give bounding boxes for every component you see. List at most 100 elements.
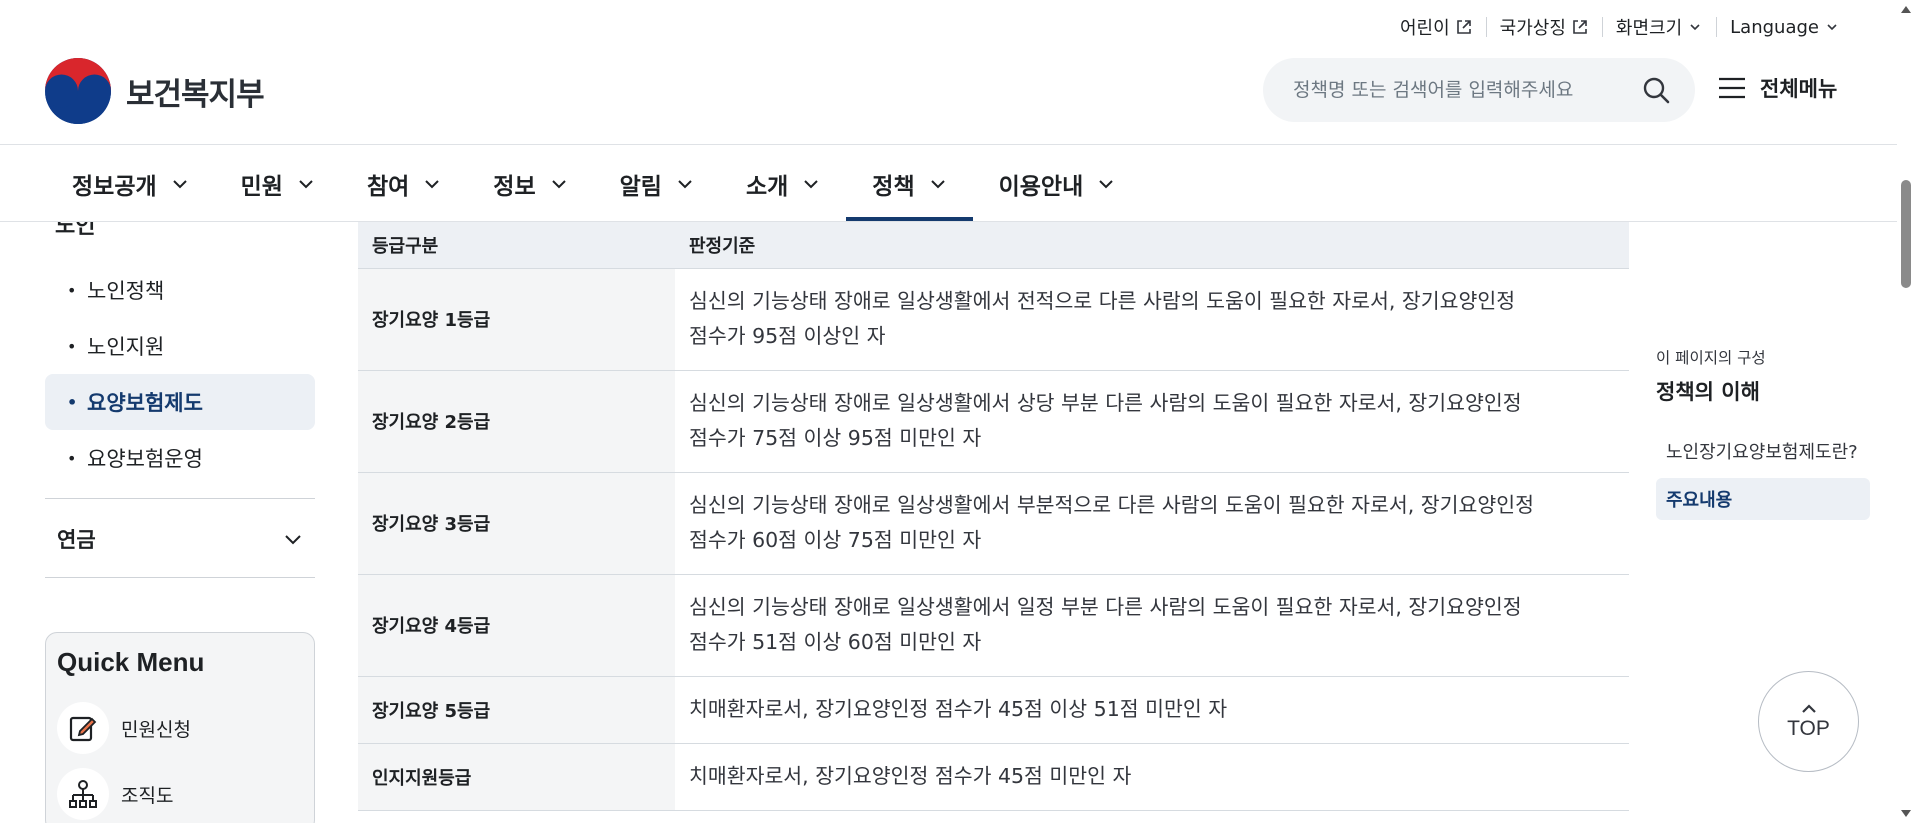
gnb-item-label: 알림 (619, 173, 662, 200)
criteria-cell: 치매환자로서, 장기요양인정 점수가 45점 미만인 자 (675, 743, 1629, 811)
chevron-down-icon (1688, 20, 1702, 34)
gnb-item-label: 이용안내 (998, 173, 1084, 200)
all-menu-button[interactable]: 전체메뉴 (1718, 73, 1837, 103)
lnb-item-care-insurance[interactable]: 요양보험제도 (45, 374, 315, 430)
hamburger-icon (1718, 76, 1746, 100)
national-symbol-link[interactable]: 국가상징 (1485, 14, 1602, 40)
criteria-cell: 심신의 기능상태 장애로 일상생활에서 상당 부분 다른 사람의 도움이 필요한… (675, 370, 1629, 473)
criteria-cell: 심신의 기능상태 장애로 일상생활에서 일정 부분 다른 사람의 도움이 필요한… (675, 574, 1629, 677)
table-row: 장기요양 1등급 심신의 기능상태 장애로 일상생활에서 전적으로 다른 사람의… (358, 268, 1629, 371)
chevron-down-icon (1825, 20, 1839, 34)
page-scrollbar[interactable] (1897, 0, 1915, 823)
chevron-down-icon (1099, 179, 1113, 188)
chevron-down-icon (425, 179, 440, 188)
grade-cell: 장기요양 2등급 (358, 370, 675, 473)
lnb-item-care-insurance-operation[interactable]: 요양보험운영 (45, 430, 315, 486)
chevron-up-icon (1801, 703, 1816, 713)
chevron-down-icon (804, 179, 818, 188)
chevron-down-icon (299, 179, 313, 188)
scroll-thumb[interactable] (1901, 180, 1911, 288)
search-icon[interactable] (1641, 75, 1671, 105)
gnb-item-information[interactable]: 정보 (467, 145, 593, 222)
lnb-divider (45, 577, 315, 578)
language-label: Language (1730, 16, 1819, 38)
gnb-item-about[interactable]: 소개 (720, 145, 846, 222)
gnb-item-participation[interactable]: 참여 (341, 145, 467, 222)
table-header-criteria: 판정기준 (675, 222, 1629, 269)
utility-bar: 어린이 국가상징 화면크기 Language (1386, 0, 1839, 54)
table-row: 장기요양 3등급 심신의 기능상태 장애로 일상생활에서 부분적으로 다른 사람… (358, 472, 1629, 575)
table-row: 장기요양 2등급 심신의 기능상태 장애로 일상생활에서 상당 부분 다른 사람… (358, 370, 1629, 473)
main-navigation: 정보공개 민원 참여 정보 알림 소개 정책 이용안내 (46, 145, 1141, 222)
gnb-item-label: 참여 (366, 173, 410, 200)
gnb-item-info-disclosure[interactable]: 정보공개 (46, 145, 215, 222)
lnb-divider (45, 498, 315, 499)
all-menu-label: 전체메뉴 (1760, 77, 1838, 101)
page-toc: 이 페이지의 구성 정책의 이해 노인장기요양보험제도란? 주요내용 (1656, 346, 1870, 520)
quick-item-civil-application[interactable]: 민원신청 (57, 702, 303, 754)
lnb-category-pension[interactable]: 연금 (45, 500, 315, 577)
criteria-cell: 치매환자로서, 장기요양인정 점수가 45점 이상 51점 미만인 자 (675, 676, 1629, 744)
lnb-item-elderly-support[interactable]: 노인지원 (45, 318, 315, 374)
screen-size-dropdown[interactable]: 화면크기 (1601, 14, 1716, 40)
lnb-category-label: 연금 (57, 527, 96, 552)
scroll-down-arrow-icon[interactable] (1901, 810, 1911, 817)
gnb-item-label: 민원 (240, 173, 283, 200)
edit-document-icon (57, 702, 109, 754)
quick-item-label: 민원신청 (121, 718, 191, 741)
scroll-top-button[interactable]: TOP (1758, 671, 1859, 772)
top-button-label: TOP (1787, 716, 1830, 740)
chevron-down-icon (285, 534, 301, 544)
search-input[interactable] (1293, 79, 1641, 101)
criteria-cell: 심신의 기능상태 장애로 일상생활에서 전적으로 다른 사람의 도움이 필요한 … (675, 268, 1629, 371)
criteria-line: 점수가 75점 이상 95점 미만인 자 (689, 426, 982, 450)
table-header-grade: 등급구분 (358, 222, 675, 269)
lnb-sub-list: 노인정책 노인지원 요양보험제도 요양보험운영 (45, 262, 315, 486)
criteria-line: 심신의 기능상태 장애로 일상생활에서 부분적으로 다른 사람의 도움이 필요한… (689, 493, 1534, 517)
national-symbol-label: 국가상징 (1499, 18, 1566, 39)
chevron-down-icon (678, 179, 692, 188)
chevron-down-icon (551, 179, 566, 188)
site-logo[interactable]: 보건복지부 (44, 57, 265, 125)
gnb-item-label: 정책 (872, 173, 915, 200)
language-dropdown[interactable]: Language (1716, 17, 1839, 38)
grade-cell: 장기요양 4등급 (358, 574, 675, 677)
external-link-icon (1456, 19, 1472, 35)
gnb-item-label: 정보공개 (72, 173, 157, 200)
criteria-line: 점수가 51점 이상 60점 미만인 자 (689, 630, 982, 654)
criteria-line: 심신의 기능상태 장애로 일상생활에서 일정 부분 다른 사람의 도움이 필요한… (689, 595, 1522, 619)
criteria-line: 점수가 95점 이상인 자 (689, 324, 886, 348)
grade-cell: 장기요양 1등급 (358, 268, 675, 371)
quick-menu: Quick Menu 민원신청 조직도 (45, 632, 315, 823)
logo-text: 보건복지부 (126, 76, 265, 113)
scroll-up-arrow-icon[interactable] (1901, 6, 1911, 13)
criteria-line: 심신의 기능상태 장애로 일상생활에서 상당 부분 다른 사람의 도움이 필요한… (689, 391, 1522, 415)
kids-link[interactable]: 어린이 (1386, 14, 1486, 40)
criteria-cell: 심신의 기능상태 장애로 일상생활에서 부분적으로 다른 사람의 도움이 필요한… (675, 472, 1629, 575)
quick-menu-title: Quick Menu (57, 647, 205, 677)
org-chart-icon (57, 768, 109, 820)
search-box (1263, 58, 1695, 122)
table-row: 장기요양 5등급 치매환자로서, 장기요양인정 점수가 45점 이상 51점 미… (358, 676, 1629, 744)
gnb-item-user-guide[interactable]: 이용안내 (973, 145, 1142, 222)
gnb-item-label: 소개 (745, 173, 789, 200)
toc-label: 이 페이지의 구성 (1656, 349, 1766, 367)
quick-item-label: 조직도 (121, 784, 174, 807)
gnb-item-policy[interactable]: 정책 (846, 145, 973, 222)
toc-item-main-content[interactable]: 주요내용 (1656, 478, 1870, 520)
grade-cell: 인지지원등급 (358, 743, 675, 811)
toc-item-what-is[interactable]: 노인장기요양보험제도란? (1656, 430, 1870, 472)
criteria-line: 점수가 60점 이상 75점 미만인 자 (689, 528, 982, 552)
lnb-category-label: 노인 (55, 222, 96, 238)
quick-item-org-chart[interactable]: 조직도 (57, 768, 303, 820)
grade-criteria-table: 등급구분 판정기준 장기요양 1등급 심신의 기능상태 장애로 일상생활에서 전… (358, 222, 1629, 811)
gnb-item-label: 정보 (493, 173, 536, 200)
screen-size-label: 화면크기 (1615, 18, 1683, 39)
grade-cell: 장기요양 3등급 (358, 472, 675, 575)
lnb-category-elderly[interactable]: 노인 (55, 222, 295, 238)
kids-link-label: 어린이 (1399, 18, 1450, 39)
toc-title: 정책의 이해 (1656, 380, 1760, 404)
lnb-item-elderly-policy[interactable]: 노인정책 (45, 262, 315, 318)
gnb-item-civil-petition[interactable]: 민원 (215, 145, 341, 222)
gnb-item-news[interactable]: 알림 (594, 145, 720, 222)
